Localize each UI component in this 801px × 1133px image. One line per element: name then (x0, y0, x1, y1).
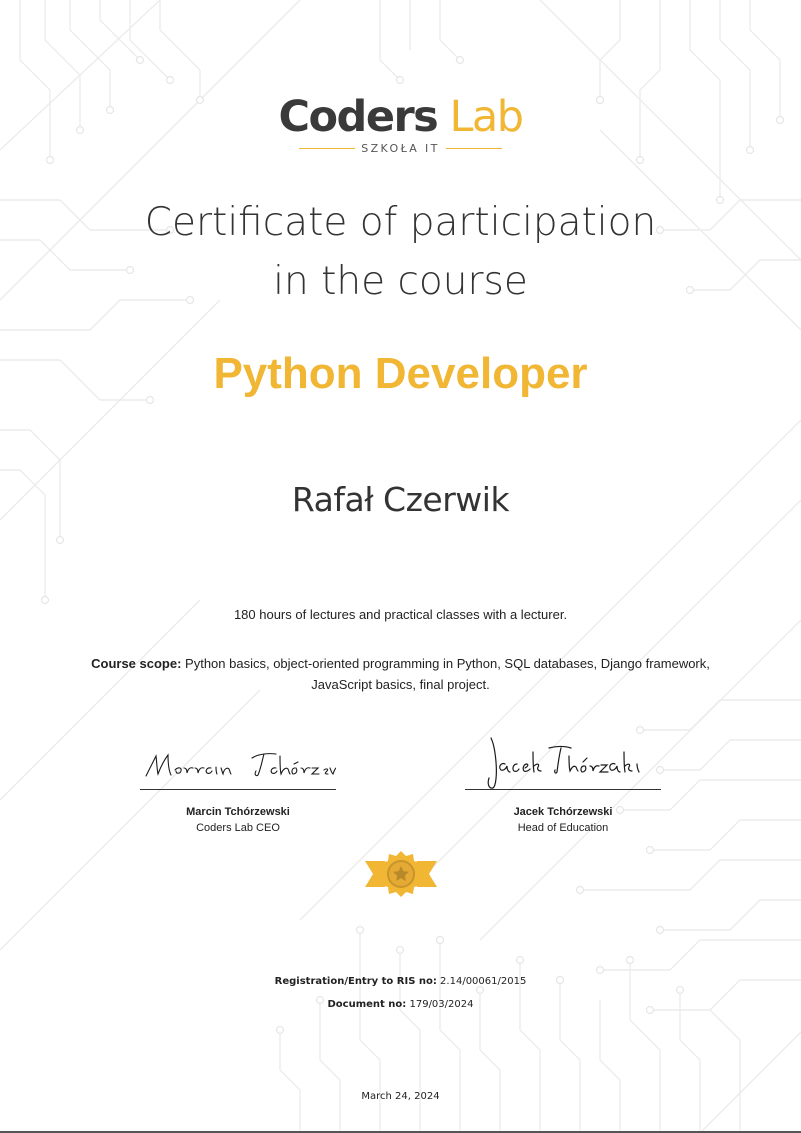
logo-divider-left (299, 148, 356, 149)
logo-divider-right (445, 148, 502, 149)
participant-name: Rafał Czerwik (291, 480, 510, 519)
signature-block-ceo: Marcin Tchórzewski Coders Lab CEO (140, 734, 337, 836)
logo-subtitle-row: SZKOŁA IT (0, 142, 801, 155)
logo-wordmark: Coders Lab (0, 92, 801, 142)
course-scope-text: Python basics, object-oriented programmi… (181, 656, 710, 692)
signature-block-education: Jacek Tchórzewski Head of Education (465, 734, 661, 836)
signer-role-ceo: Coders Lab CEO (196, 822, 280, 834)
signer-name-ceo: Marcin Tchórzewski (186, 806, 290, 818)
handwritten-signature-ceo (140, 734, 337, 789)
registration-label: Registration/Entry to RIS no: (274, 976, 437, 987)
certificate-page: Coders Lab SZKOŁA IT Certificate of part… (0, 0, 801, 1133)
signature-line-ceo (140, 789, 336, 790)
registration-info: Registration/Entry to RIS no: 2.14/00061… (0, 970, 801, 1016)
course-scope-label: Course scope: (91, 656, 182, 671)
logo-word-lab: Lab (449, 92, 524, 142)
coders-lab-logo: Coders Lab SZKOŁA IT (0, 92, 801, 155)
issue-date: March 24, 2024 (361, 1091, 440, 1102)
course-scope: Course scope: Python basics, object-orie… (80, 653, 721, 695)
award-star-icon (365, 851, 437, 897)
certificate-title-line-1: Certificate of participation (144, 200, 657, 245)
logo-subtitle: SZKOŁA IT (361, 142, 440, 155)
document-number-row: Document no: 179/03/2024 (0, 993, 801, 1016)
course-name: Python Developer (213, 349, 588, 398)
handwritten-signature-education (465, 734, 661, 789)
document-value: 179/03/2024 (406, 999, 474, 1010)
hours-description: 180 hours of lectures and practical clas… (233, 607, 568, 622)
registration-value: 2.14/00061/2015 (436, 976, 527, 987)
certificate-title-line-2: in the course (273, 259, 528, 304)
signature-line-education (465, 789, 661, 790)
logo-word-coders: Coders (278, 92, 438, 142)
registration-number-row: Registration/Entry to RIS no: 2.14/00061… (0, 970, 801, 993)
signer-name-education: Jacek Tchórzewski (513, 806, 613, 818)
certificate-title: Certificate of participation in the cour… (0, 193, 801, 311)
signer-role-education: Head of Education (517, 822, 609, 834)
document-label: Document no: (327, 999, 407, 1010)
circuit-pattern-background (0, 0, 801, 1131)
